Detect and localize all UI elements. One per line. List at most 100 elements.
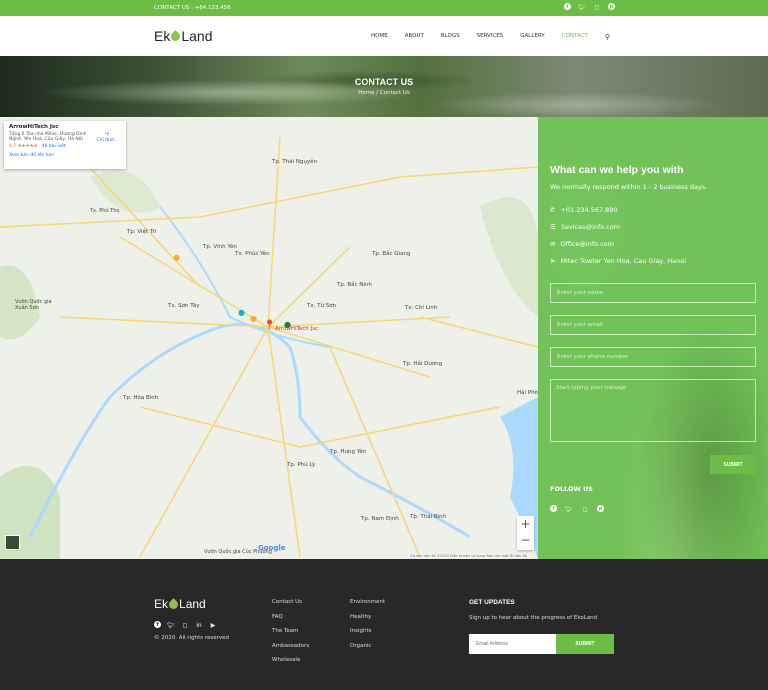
map-label: Tp. Hải Dương (403, 361, 443, 367)
nav-blogs[interactable]: BLOGS (441, 33, 460, 41)
newsletter-email-input[interactable] (469, 634, 556, 654)
map-label: Tp. Bắc Giang (372, 251, 411, 257)
pinterest-icon[interactable]: p (608, 3, 615, 10)
map-label: Vườn Quốc gia Xuân Sơn (15, 299, 52, 311)
larger-map-link[interactable]: Xem bản đồ lớn hơn (9, 153, 121, 158)
reviews-link[interactable]: 46 bài viết (42, 144, 66, 149)
name-input[interactable] (550, 283, 756, 303)
facebook-icon[interactable]: f (564, 3, 571, 10)
map-label: Tp. Vĩnh Yên (203, 244, 237, 250)
footer-link[interactable]: Wholesale (272, 657, 309, 663)
search-icon[interactable]: ⚲ (605, 33, 610, 41)
nav-gallery[interactable]: GALLERY (520, 33, 544, 41)
footer-logo[interactable]: Ek Land (154, 597, 206, 611)
footer-link[interactable]: Insights (350, 628, 385, 634)
footer-link[interactable]: Environment (350, 599, 385, 605)
linkedin-icon[interactable]: in (195, 621, 203, 629)
leaf-icon (169, 29, 183, 43)
nav-home[interactable]: HOME (371, 33, 388, 41)
header: Ek Land HOME ABOUT BLOGS SERVICES GALLERY… (0, 16, 768, 56)
facebook-icon[interactable]: f (550, 505, 557, 512)
google-map[interactable]: Tp. Thái Nguyên Tx. Phú Thọ Tp. Việt Trì… (0, 117, 538, 559)
footer-link[interactable]: Ambassadors (272, 643, 309, 649)
twitter-icon[interactable]: 🐦︎ (565, 505, 573, 513)
map-poi-icon[interactable]: ● (250, 314, 257, 323)
copyright: © 2020. All rights reserved (154, 635, 230, 641)
directions-button[interactable]: ⑂ Chỉ đườ... (97, 129, 118, 143)
map-label: Tp. Việt Trì (127, 229, 157, 235)
contact-phone: CONTACT US : +64.123.456 (154, 5, 231, 11)
map-label: Tx. Chí Linh (405, 305, 438, 311)
footer-link[interactable]: The Team (272, 628, 309, 634)
instagram-icon[interactable]: ◻ (581, 505, 589, 513)
logo-text: Land (181, 28, 213, 44)
twitter-icon[interactable]: 🐦︎ (167, 621, 175, 629)
phone-input[interactable] (550, 347, 756, 367)
directions-icon: ⑂ (104, 129, 110, 138)
instagram-icon[interactable]: ◻ (593, 3, 601, 11)
breadcrumb: Home / Contact Us (358, 90, 410, 96)
map-poi-icon[interactable]: ● (238, 308, 245, 317)
twitter-icon[interactable]: 🐦︎ (578, 3, 586, 11)
list-icon: ☰ (550, 223, 556, 231)
facebook-icon[interactable]: f (154, 621, 161, 628)
instagram-icon[interactable]: ◻ (181, 621, 189, 629)
map-label: Tp. Phủ Lý (287, 462, 316, 468)
email-input[interactable] (550, 315, 756, 335)
map-attribution[interactable]: Dữ liệu bản đồ ©2020 Điều khoản sử dụng … (408, 554, 529, 558)
logo-text: Land (179, 597, 206, 611)
page-title: CONTACT US (354, 77, 414, 87)
contact-text: Mitec Towter Yen Hoa, Cau Giay, Hanoi (560, 257, 687, 265)
contact-services-item: ☰ Sevices@info.com (550, 223, 620, 231)
nav-about[interactable]: ABOUT (405, 33, 424, 41)
logo-text: Ek (154, 28, 171, 44)
contact-text: Sevices@info.com (560, 223, 621, 231)
contact-address-item: ➤ Mitec Towter Yen Hoa, Cau Giay, Hanoi (550, 257, 686, 265)
location-arrow-icon: ➤ (550, 257, 556, 265)
zoom-in-button[interactable]: + (517, 516, 534, 532)
map-zoom-controls: + − (517, 516, 534, 550)
map-label: Tp. Thái Bình (410, 514, 447, 520)
map-label: Tp. Hưng Yên (330, 449, 367, 455)
footer: Ek Land f 🐦︎ ◻ in ▶ © 2020. All rights re… (0, 559, 768, 690)
footer-link[interactable]: Healthy (350, 614, 385, 620)
map-poi-icon[interactable]: ● (173, 253, 180, 262)
nav-contact[interactable]: CONTACT (562, 33, 588, 41)
map-label: Tp. Bắc Ninh (337, 282, 372, 288)
contact-panel: What can we help you with We normally re… (538, 117, 768, 559)
map-label: Tp. Hòa Bình (123, 395, 159, 401)
footer-link[interactable]: Contact Us (272, 599, 309, 605)
message-textarea[interactable] (550, 379, 756, 442)
place-rating: 4,7 ★★★★★ (9, 144, 38, 149)
satellite-toggle[interactable] (5, 535, 20, 550)
updates-heading: GET UPDATES (469, 599, 515, 606)
map-label: Tp. Nam Định (361, 516, 399, 522)
footer-link[interactable]: Organic (350, 643, 385, 649)
contact-phone-item: ✆ +01.234.567.890 (550, 206, 618, 214)
logo[interactable]: Ek Land (154, 28, 213, 44)
contact-heading: What can we help you with (550, 164, 684, 176)
google-logo: Google (258, 544, 286, 552)
directions-label: Chỉ đườ... (96, 138, 118, 143)
zoom-out-button[interactable]: − (517, 532, 534, 548)
pinterest-icon[interactable]: p (597, 505, 604, 512)
youtube-icon[interactable]: ▶ (209, 621, 217, 629)
newsletter-submit-button[interactable]: SUBMIT (556, 634, 614, 654)
footer-links-1: Contact Us FAQ The Team Ambassadors Whol… (272, 599, 309, 663)
nav-services[interactable]: SERVICES (477, 33, 504, 41)
map-poi-icon[interactable]: ● (284, 320, 291, 329)
leaf-icon (167, 597, 180, 611)
phone-icon: ✆ (550, 206, 556, 214)
page-banner: CONTACT US Home / Contact Us (0, 56, 768, 117)
contact-text: +01.234.567.890 (560, 206, 618, 214)
submit-button[interactable]: SUBMIT (710, 455, 756, 474)
contact-office-item: ✉ Office@info.com (550, 240, 614, 248)
map-graphics (0, 136, 538, 559)
footer-link[interactable]: FAQ (272, 614, 309, 620)
main-nav: HOME ABOUT BLOGS SERVICES GALLERY CONTAC… (371, 33, 610, 41)
map-label: Tx. Từ Sơn (307, 303, 337, 309)
logo-text: Ek (154, 597, 169, 611)
map-label: Tx. Phú Thọ (90, 208, 120, 214)
envelope-icon: ✉ (550, 240, 556, 248)
map-marker-icon[interactable]: 📍︎ (263, 320, 276, 331)
